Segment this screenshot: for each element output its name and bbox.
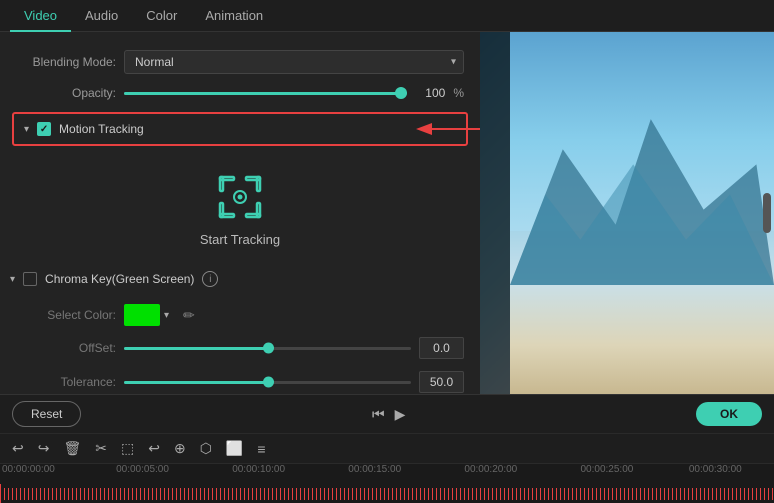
video-left-overlay: [480, 32, 510, 394]
chroma-key-label: Chroma Key(Green Screen): [45, 272, 194, 286]
motion-tracking-chevron: ▾: [24, 124, 29, 135]
opacity-label: Opacity:: [16, 86, 116, 100]
add-button[interactable]: ⊕: [170, 438, 190, 459]
chroma-key-checkbox[interactable]: [23, 272, 37, 286]
tab-animation[interactable]: Animation: [191, 0, 277, 31]
blending-row: Blending Mode: Normal Multiply Screen ▾: [0, 44, 480, 80]
tab-color[interactable]: Color: [132, 0, 191, 31]
timeline-track[interactable]: [0, 484, 774, 503]
properties-panel: Blending Mode: Normal Multiply Screen ▾ …: [0, 32, 480, 394]
tab-audio[interactable]: Audio: [71, 0, 132, 31]
time-mark-5: 00:00:25:00: [581, 464, 634, 475]
motion-tracking-label: Motion Tracking: [59, 122, 144, 136]
time-mark-3: 00:00:15:00: [348, 464, 401, 475]
bottom-buttons-bar: Reset ⏮ ▶ OK: [0, 394, 774, 433]
select-color-label: Select Color:: [16, 308, 116, 322]
time-mark-4: 00:00:20:00: [464, 464, 517, 475]
opacity-slider[interactable]: [124, 92, 407, 95]
eyedropper-icon[interactable]: ✏: [183, 307, 195, 324]
video-preview: [480, 32, 774, 394]
tolerance-thumb[interactable]: [263, 377, 274, 388]
menu-button[interactable]: ≡: [253, 439, 269, 459]
motion-tracking-checkbox[interactable]: [37, 122, 51, 136]
copy-button[interactable]: ⬚: [117, 438, 138, 459]
time-mark-1: 00:00:05:00: [116, 464, 169, 475]
color-swatch[interactable]: [124, 304, 160, 326]
timeline: 00:00:00:00 00:00:05:00 00:00:10:00 00:0…: [0, 463, 774, 503]
delete-button[interactable]: 🗑: [59, 438, 85, 459]
time-mark-0: 00:00:00:00: [2, 464, 55, 475]
select-color-row: Select Color: ▾ ✏: [0, 299, 480, 331]
color-swatch-wrapper: ▾: [124, 304, 169, 326]
tab-video[interactable]: Video: [10, 0, 71, 31]
start-tracking-label: Start Tracking: [200, 232, 280, 247]
timeline-ruler: 00:00:00:00 00:00:05:00 00:00:10:00 00:0…: [0, 464, 774, 484]
redo-button[interactable]: ↪: [34, 438, 54, 459]
offset-value[interactable]: 0.0: [419, 337, 464, 359]
offset-fill: [124, 347, 268, 350]
tolerance-slider[interactable]: [124, 381, 411, 384]
tracking-icon-svg: [215, 172, 265, 222]
playhead[interactable]: [0, 484, 1, 503]
tracking-center: Start Tracking: [0, 152, 480, 259]
tolerance-row: Tolerance: 50.0: [0, 365, 480, 394]
opacity-value: 100: [415, 86, 445, 100]
video-panel: [480, 32, 774, 394]
scroll-handle[interactable]: [763, 193, 771, 233]
swatch-chevron-icon[interactable]: ▾: [164, 310, 169, 321]
red-arrow: [410, 114, 480, 144]
tolerance-value[interactable]: 50.0: [419, 371, 464, 393]
opacity-slider-fill: [124, 92, 407, 95]
blending-select[interactable]: Normal Multiply Screen: [124, 50, 464, 74]
blending-label: Blending Mode:: [16, 55, 116, 69]
prev-frame-button[interactable]: ⏮: [372, 406, 385, 423]
chroma-key-chevron: ▾: [10, 274, 15, 285]
cut-button[interactable]: ✂: [91, 438, 111, 459]
main-area: Blending Mode: Normal Multiply Screen ▾ …: [0, 32, 774, 394]
playback-controls: ⏮ ▶: [372, 406, 405, 423]
chroma-key-header[interactable]: ▾ Chroma Key(Green Screen) i: [0, 263, 480, 295]
reset-button[interactable]: Reset: [12, 401, 81, 427]
tolerance-label: Tolerance:: [16, 375, 116, 389]
offset-thumb[interactable]: [263, 343, 274, 354]
offset-slider[interactable]: [124, 347, 411, 350]
offset-row: OffSet: 0.0: [0, 331, 480, 365]
opacity-slider-thumb[interactable]: [395, 87, 407, 99]
time-mark-6: 00:00:30:00: [689, 464, 742, 475]
opacity-row: Opacity: 100 %: [0, 80, 480, 106]
motion-tracking-section: ▾ Motion Tracking: [0, 112, 480, 146]
play-button[interactable]: ▶: [395, 406, 406, 423]
toolbar: ↩ ↪ 🗑 ✂ ⬚ ↩ ⊕ ⬡ ⬜ ≡: [0, 433, 774, 463]
offset-label: OffSet:: [16, 341, 116, 355]
mountain-svg: [510, 104, 774, 285]
transform-button[interactable]: ⬡: [196, 438, 216, 459]
crop-button[interactable]: ⬜: [222, 438, 247, 459]
ok-button[interactable]: OK: [696, 402, 762, 426]
chroma-key-info-icon[interactable]: i: [202, 271, 218, 287]
opacity-percent: %: [453, 86, 464, 100]
tabs-bar: Video Audio Color Animation: [0, 0, 774, 32]
blending-select-wrapper: Normal Multiply Screen ▾: [124, 50, 464, 74]
paste-button[interactable]: ↩: [144, 438, 164, 459]
tracking-target-icon[interactable]: [215, 172, 265, 222]
timeline-bar: [0, 488, 774, 500]
motion-tracking-header[interactable]: ▾ Motion Tracking: [12, 112, 468, 146]
tolerance-fill: [124, 381, 268, 384]
time-mark-2: 00:00:10:00: [232, 464, 285, 475]
undo-button[interactable]: ↩: [8, 438, 28, 459]
